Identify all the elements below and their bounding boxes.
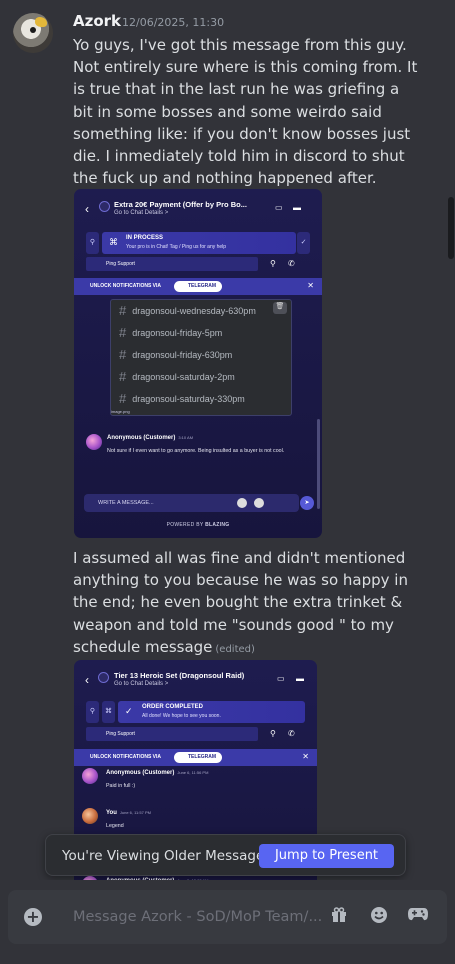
channel-item: # dragonsoul-saturday-330pm (119, 391, 245, 406)
message-input[interactable] (73, 906, 323, 928)
close-icon: ✕ (302, 752, 309, 761)
chat-title: Extra 20€ Payment (Offer by Pro Bo... (114, 200, 247, 209)
trash-icon: 🗑 (273, 302, 287, 314)
add-attachment-button[interactable]: + (24, 908, 42, 926)
older-messages-bar: You're Viewing Older Messages Jump to Pr… (45, 834, 406, 876)
search-icon: ⚲ (86, 232, 99, 254)
powered-by: POWERED BY BLAZING (166, 522, 230, 528)
jump-to-present-button[interactable]: Jump to Present (259, 844, 394, 868)
gamepad-icon: ⌘ (109, 237, 118, 247)
chat-header: ‹ Tier 13 Heroic Set (Dragonsoul Raid) G… (74, 660, 317, 700)
composer-placeholder: WRITE A MESSAGE... (98, 500, 154, 506)
older-messages-text: You're Viewing Older Messages (62, 848, 272, 864)
search-icon: ⚲ (86, 701, 99, 723)
gift-icon[interactable] (328, 906, 350, 928)
gift-icon-svg (332, 907, 346, 922)
status-box: ✓ ORDER COMPLETED All done! We hope to s… (118, 701, 305, 723)
gamepad-icon[interactable] (407, 906, 429, 928)
message-sender: Anonymous (Customer) June 6, 11:56 PM (106, 770, 209, 776)
avatar-beak (35, 17, 47, 27)
sender-text: Not sure if I even want to go anymore. B… (107, 448, 285, 454)
mini-scrollbar (317, 419, 320, 509)
customer-avatar (82, 768, 98, 784)
status-box: ⌘ IN PROCESS Your pro is in Chat! Tag / … (102, 232, 296, 254)
message-composer: + (8, 890, 447, 944)
order-logo-icon (99, 201, 110, 212)
chat-details-link: Go to Chat Details > (114, 210, 169, 216)
notification-banner: UNLOCK NOTIFICATIONS VIA TELEGRAM ✕ (74, 749, 317, 766)
notification-label: UNLOCK NOTIFICATIONS VIA (90, 283, 162, 289)
gamepad-icon: ⌘ (102, 701, 115, 723)
status-title: ORDER COMPLETED (142, 704, 204, 710)
order-logo-icon (98, 672, 109, 683)
check-icon: ✓ (297, 232, 310, 254)
you-avatar (82, 808, 98, 824)
window-icon: ▭ (275, 203, 283, 212)
search-icon: ⚲ (270, 259, 276, 268)
window-icon: ▭ (277, 674, 285, 683)
notification-banner: UNLOCK NOTIFICATIONS VIA TELEGRAM ✕ (74, 278, 322, 295)
ping-support-button: Ping Support (86, 727, 258, 741)
message-body: Legend (106, 823, 124, 829)
status-row: ⚲ ⌘ ✓ ORDER COMPLETED All done! We hope … (86, 701, 305, 723)
channel-item: # dragonsoul-friday-630pm (119, 347, 233, 362)
emoji-icon-svg (371, 907, 387, 923)
message-text-2: I assumed all was fine and didn't mentio… (73, 549, 408, 656)
edited-label: (edited) (215, 643, 255, 655)
notification-label: UNLOCK NOTIFICATIONS VIA (90, 754, 162, 760)
chat-header: ‹ Extra 20€ Payment (Offer by Pro Bo... … (74, 189, 322, 229)
send-icon: ➤ (300, 496, 314, 510)
author-name[interactable]: Azork (73, 12, 121, 30)
scrollbar[interactable] (448, 197, 454, 259)
close-icon: ✕ (307, 281, 314, 290)
back-icon: ‹ (85, 202, 89, 216)
chat-composer: WRITE A MESSAGE... (84, 494, 299, 512)
status-row: ⚲ ⌘ IN PROCESS Your pro is in Chat! Tag … (86, 232, 310, 254)
minimize-icon: ▬ (293, 203, 301, 212)
status-subtitle: Your pro is in Chat! Tag / Ping us for a… (126, 244, 227, 250)
check-circle-icon: ✓ (125, 706, 133, 716)
image-caption: image.png (111, 409, 130, 414)
attach-icon (237, 498, 247, 508)
channel-item: # dragonsoul-friday-5pm (119, 325, 223, 340)
emoji-icon[interactable] (368, 906, 390, 928)
status-subtitle: All done! We hope to see you soon. (142, 713, 221, 719)
telegram-button: TELEGRAM (174, 281, 223, 292)
ping-support-button: Ping Support (86, 257, 258, 271)
phone-icon: ✆ (288, 729, 295, 738)
gamepad-icon-svg (408, 908, 428, 921)
channel-item: # dragonsoul-saturday-2pm (119, 369, 235, 384)
sender-name: Anonymous (Customer) 3:10 AM (107, 435, 194, 441)
chat-title: Tier 13 Heroic Set (Dragonsoul Raid) (114, 671, 245, 680)
message-body: Paid in full :) (106, 783, 136, 789)
channel-list: 🗑 # dragonsoul-wednesday-630pm # dragonsou… (110, 299, 292, 416)
message-timestamp: 12/06/2025, 11:30 (122, 16, 225, 29)
message-text: Yo guys, I've got this message from this… (73, 36, 418, 188)
emoji-icon (254, 498, 264, 508)
avatar[interactable] (13, 13, 53, 53)
message-sender: You June 6, 11:57 PM (106, 810, 151, 816)
attachment-image[interactable]: ‹ Extra 20€ Payment (Offer by Pro Bo... … (74, 189, 322, 538)
telegram-button: TELEGRAM (174, 752, 223, 763)
status-title: IN PROCESS (126, 235, 164, 241)
search-icon: ⚲ (270, 729, 276, 738)
customer-avatar (86, 434, 102, 450)
minimize-icon: ▬ (296, 674, 304, 683)
channel-item: # dragonsoul-wednesday-630pm (119, 303, 256, 318)
phone-icon: ✆ (288, 259, 295, 268)
back-icon: ‹ (85, 673, 89, 687)
avatar-eye (30, 27, 36, 33)
chat-details-link: Go to Chat Details > (114, 681, 169, 687)
